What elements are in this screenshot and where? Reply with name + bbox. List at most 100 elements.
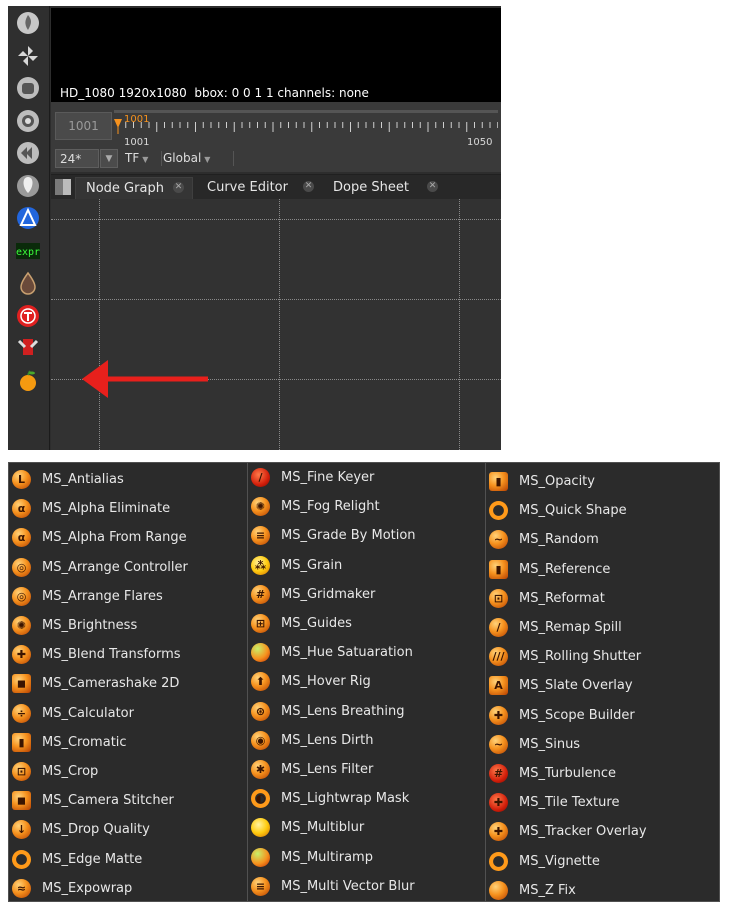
control-divider xyxy=(233,151,234,166)
menu-item[interactable]: / MS_Fine Keyer xyxy=(248,463,485,492)
fruit-icon[interactable] xyxy=(14,367,42,395)
menu-item[interactable]: ≡ MS_Multi Vector Blur xyxy=(248,872,485,901)
timeline-ruler[interactable] xyxy=(114,106,498,142)
menu-item[interactable]: A MS_Slate Overlay xyxy=(486,671,719,700)
menu-item[interactable]: ✚ MS_Tracker Overlay xyxy=(486,817,719,846)
menu-item[interactable]: MS_Vignette xyxy=(486,847,719,876)
menu-item[interactable]: ~ MS_Random xyxy=(486,525,719,554)
target-icon[interactable] xyxy=(14,107,42,135)
menu-item[interactable]: ÷ MS_Calculator xyxy=(9,699,247,728)
menu-item[interactable]: ✚ MS_Blend Transforms xyxy=(9,640,247,669)
menu-item-label: MS_Arrange Controller xyxy=(42,559,188,575)
tab-node-graph[interactable]: Node Graph ✕ xyxy=(75,177,193,199)
menu-item-label: MS_Fine Keyer xyxy=(281,470,375,485)
tab-dope-sheet[interactable]: Dope Sheet ✕ xyxy=(323,177,443,199)
menu-item[interactable]: # MS_Gridmaker xyxy=(248,580,485,609)
menu-item-label: MS_Camera Stitcher xyxy=(42,793,174,809)
menu-item[interactable]: MS_Hue Satuaration xyxy=(248,638,485,667)
panel-menu-icon[interactable] xyxy=(55,179,71,195)
menu-item-label: MS_Rolling Shutter xyxy=(519,649,642,665)
menu-item[interactable]: MS_Z Fix xyxy=(486,876,719,905)
menu-item[interactable]: ✺ MS_Fog Relight xyxy=(248,492,485,521)
pen-icon[interactable] xyxy=(14,334,42,362)
menu-item-label: MS_Grain xyxy=(281,557,343,573)
menu-item[interactable]: ✱ MS_Lens Filter xyxy=(248,755,485,784)
chevron-down-icon: ▼ xyxy=(142,155,149,164)
flame-icon[interactable] xyxy=(14,9,42,37)
menu-item[interactable]: ~ MS_Sinus xyxy=(486,730,719,759)
node-icon: A xyxy=(489,676,508,696)
menu-item[interactable]: ⊡ MS_Crop xyxy=(9,757,247,786)
node-icon: ◐ xyxy=(251,789,270,809)
tab-curve-editor[interactable]: Curve Editor ✕ xyxy=(197,177,321,199)
menu-item[interactable]: MS_Multiblur xyxy=(248,813,485,842)
menu-item-label: MS_Hover Rig xyxy=(281,674,371,690)
close-icon[interactable]: ✕ xyxy=(173,182,184,193)
menu-item-label: MS_Lens Filter xyxy=(281,762,374,777)
menu-item[interactable]: # MS_Turbulence xyxy=(486,759,719,788)
menu-item[interactable]: ≈ MS_Expowrap xyxy=(9,874,247,903)
expr-icon[interactable]: expr xyxy=(14,237,42,265)
menu-item[interactable]: α MS_Alpha From Range xyxy=(9,523,247,552)
menu-item[interactable]: MS_Quick Shape xyxy=(486,496,719,525)
menu-item[interactable]: ▮ MS_Reference xyxy=(486,555,719,584)
menu-item[interactable]: ≡ MS_Grade By Motion xyxy=(248,521,485,550)
menu-item[interactable]: ⁂ MS_Grain xyxy=(248,551,485,580)
node-icon: ⊡ xyxy=(489,588,508,608)
menu-item[interactable]: L MS_Antialias xyxy=(9,465,247,494)
menu-item-label: MS_Random xyxy=(519,532,599,548)
menu-item-label: MS_Crop xyxy=(42,764,99,779)
close-icon[interactable]: ✕ xyxy=(303,181,314,192)
atom-icon[interactable] xyxy=(14,204,42,232)
fps-field[interactable]: 24* xyxy=(55,149,99,168)
node-icon xyxy=(251,847,270,867)
menu-item[interactable]: ◉ MS_Lens Dirth xyxy=(248,726,485,755)
menu-item-label: MS_Lightwrap Mask xyxy=(281,791,410,807)
menu-item[interactable]: ↓ MS_Drop Quality xyxy=(9,815,247,844)
menu-item[interactable]: ◐ MS_Lightwrap Mask xyxy=(248,784,485,813)
menu-item[interactable]: ⊞ MS_Guides xyxy=(248,609,485,638)
pinwheel-icon[interactable] xyxy=(14,42,42,70)
close-icon[interactable]: ✕ xyxy=(427,181,438,192)
menu-item[interactable]: ▮ MS_Cromatic xyxy=(9,728,247,757)
menu-item[interactable]: MS_Edge Matte xyxy=(9,845,247,874)
node-icon: / xyxy=(489,618,508,637)
node-icon: ↓ xyxy=(12,820,31,840)
node-icon: ⊞ xyxy=(251,614,270,633)
menu-item[interactable]: ◎ MS_Arrange Flares xyxy=(9,582,247,611)
mask-icon[interactable] xyxy=(14,74,42,102)
tab-label: Curve Editor xyxy=(207,180,288,195)
menu-item[interactable]: ⊡ MS_Reformat xyxy=(486,584,719,613)
current-frame-field[interactable]: 1001 xyxy=(55,112,112,140)
menu-item-label: MS_Blend Transforms xyxy=(42,647,181,663)
viewer-area[interactable] xyxy=(51,8,501,86)
menu-column: ▮ MS_Opacity MS_Quick Shape ~ MS_Random ▮ MS_R… xyxy=(486,463,719,901)
node-icon: ✱ xyxy=(251,760,270,779)
menu-item[interactable]: ◎ MS_Arrange Controller xyxy=(9,553,247,582)
menu-item[interactable]: ◼ MS_Camera Stitcher xyxy=(9,786,247,815)
node-graph-canvas[interactable] xyxy=(51,199,501,450)
menu-item[interactable]: ✚ MS_Tile Texture xyxy=(486,788,719,817)
menu-item[interactable]: /// MS_Rolling Shutter xyxy=(486,642,719,671)
menu-item-label: MS_Guides xyxy=(281,616,352,631)
menu-item[interactable]: ⬆ MS_Hover Rig xyxy=(248,667,485,696)
fps-dropdown-button[interactable]: ▼ xyxy=(100,149,118,168)
menu-item-label: MS_Scope Builder xyxy=(519,707,635,723)
menu-item[interactable]: ◼ MS_Camerashake 2D xyxy=(9,669,247,698)
menu-item[interactable]: ▮ MS_Opacity xyxy=(486,467,719,496)
menu-item[interactable]: ✚ MS_Scope Builder xyxy=(486,701,719,730)
global-dropdown[interactable]: Global ▼ xyxy=(163,149,233,168)
menu-item-label: MS_Remap Spill xyxy=(519,620,622,635)
menu-item[interactable]: / MS_Remap Spill xyxy=(486,613,719,642)
drop-icon[interactable] xyxy=(14,269,42,297)
menu-item[interactable]: MS_Multiramp xyxy=(248,843,485,872)
menu-column: / MS_Fine Keyer ✺ MS_Fog Relight ≡ MS_Grade B… xyxy=(248,463,485,901)
t-icon[interactable] xyxy=(14,302,42,330)
menu-item[interactable]: α MS_Alpha Eliminate xyxy=(9,494,247,523)
menu-item[interactable]: ⊛ MS_Lens Breathing xyxy=(248,697,485,726)
tf-dropdown[interactable]: TF ▼ xyxy=(125,149,157,168)
lightbulb-icon[interactable] xyxy=(14,172,42,200)
menu-item-label: MS_Z Fix xyxy=(519,882,576,898)
rewind-icon[interactable] xyxy=(14,139,42,167)
menu-item[interactable]: ✺ MS_Brightness xyxy=(9,611,247,640)
